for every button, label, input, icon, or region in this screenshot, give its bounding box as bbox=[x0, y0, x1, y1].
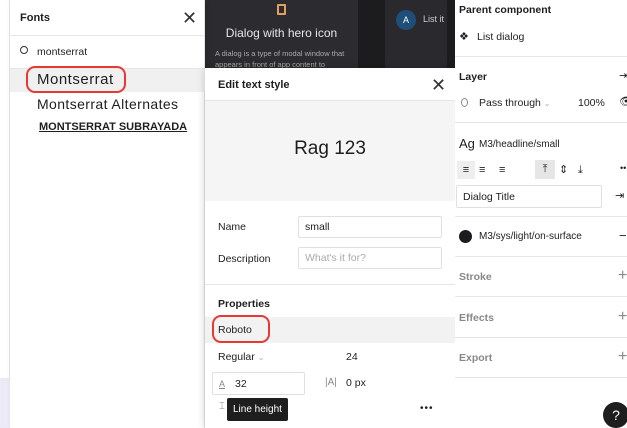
more-options-button[interactable]: ••• bbox=[420, 403, 434, 414]
font-result-label: Montserrat bbox=[37, 71, 114, 88]
add-stroke-icon[interactable]: + bbox=[618, 268, 627, 284]
card-desc: A dialog is a type of modal window that … bbox=[215, 49, 345, 69]
align-left-icon[interactable]: ≡ bbox=[457, 161, 475, 179]
properties-panel: Parent component ❖ List dialog Layer ⇥ P… bbox=[455, 0, 627, 428]
opacity-value[interactable]: 100% bbox=[578, 97, 605, 109]
line-height-icon: A bbox=[219, 378, 226, 389]
font-weight-value: Regular bbox=[218, 351, 255, 363]
close-icon[interactable]: ✕ bbox=[431, 76, 446, 94]
content-input[interactable]: Dialog Title bbox=[456, 185, 602, 208]
font-weight-select[interactable]: Regular ⌄ bbox=[218, 351, 264, 363]
preview-text: Rag 123 bbox=[294, 138, 366, 159]
fonts-panel: Fonts ✕ montserrat Montserrat Montserrat… bbox=[10, 0, 205, 428]
divider bbox=[455, 256, 627, 257]
blend-mode-value: Pass through bbox=[479, 97, 541, 109]
card-title: Dialog with hero icon bbox=[225, 26, 338, 40]
blend-mode-select[interactable]: Pass through ⌄ bbox=[479, 97, 551, 109]
font-size-value[interactable]: 24 bbox=[346, 351, 358, 363]
search-input[interactable]: montserrat bbox=[37, 46, 87, 58]
detach-icon[interactable]: ⇥ bbox=[619, 69, 627, 82]
paragraph-spacing-icon: ⌶ bbox=[219, 401, 225, 412]
stroke-label: Stroke bbox=[459, 271, 492, 283]
font-result-montserrat-subrayada[interactable]: MONTSERRAT SUBRAYADA bbox=[39, 121, 199, 133]
divider bbox=[10, 35, 204, 36]
edit-text-style-title: Edit text style bbox=[218, 79, 290, 91]
parent-component-link[interactable]: List dialog bbox=[477, 31, 524, 43]
line-height-tooltip: Line height bbox=[227, 398, 288, 421]
avatar: A bbox=[396, 10, 416, 30]
chevron-down-icon: ⌄ bbox=[543, 99, 551, 108]
name-label: Name bbox=[218, 221, 247, 233]
chevron-down-icon: ⌄ bbox=[257, 353, 265, 362]
add-export-icon[interactable]: + bbox=[618, 349, 627, 365]
align-center-icon[interactable]: ≡ bbox=[479, 161, 485, 179]
line-height-value: 32 bbox=[235, 377, 247, 390]
line-height-input[interactable]: A 32 bbox=[212, 372, 305, 395]
component-icon: ❖ bbox=[459, 31, 469, 43]
divider bbox=[205, 284, 455, 285]
divider bbox=[455, 296, 627, 297]
background-strip bbox=[0, 0, 10, 428]
layer-label: Layer bbox=[459, 71, 488, 83]
divider bbox=[455, 56, 627, 57]
align-bottom-icon[interactable]: ⤓ bbox=[578, 161, 583, 179]
edit-text-style-panel: Edit text style ✕ Rag 123 Name small Des… bbox=[205, 68, 455, 428]
search-icon bbox=[20, 46, 28, 54]
effects-label: Effects bbox=[459, 312, 495, 324]
align-top-icon[interactable]: ⤒ bbox=[535, 160, 555, 179]
fill-swatch[interactable] bbox=[459, 230, 472, 243]
close-icon[interactable]: ✕ bbox=[182, 9, 197, 27]
remove-fill-icon[interactable]: − bbox=[619, 228, 627, 243]
canvas-list: A List it bbox=[385, 0, 447, 68]
hero-icon bbox=[277, 4, 286, 15]
description-input[interactable]: What's it for? bbox=[298, 247, 442, 269]
properties-label: Properties bbox=[218, 298, 270, 310]
letter-spacing-icon: |A| bbox=[325, 377, 337, 388]
text-style-prefix: Ag bbox=[459, 136, 475, 151]
divider bbox=[455, 337, 627, 338]
help-button[interactable]: ? bbox=[603, 402, 627, 428]
align-middle-icon[interactable]: ⇕ bbox=[559, 161, 568, 179]
canvas-card: Dialog with hero icon A dialog is a type… bbox=[205, 0, 358, 69]
more-icon[interactable]: •• bbox=[620, 163, 626, 173]
divider bbox=[455, 377, 627, 378]
parent-component-label: Parent component bbox=[459, 4, 552, 16]
text-style-name[interactable]: M3/headline/small bbox=[479, 139, 560, 150]
add-effect-icon[interactable]: + bbox=[618, 309, 627, 325]
background-lavender bbox=[0, 378, 10, 428]
fonts-title: Fonts bbox=[20, 12, 50, 24]
letter-spacing-value[interactable]: 0 px bbox=[346, 377, 366, 389]
export-label: Export bbox=[459, 352, 493, 364]
eye-icon[interactable]: 👁 bbox=[619, 95, 627, 108]
blend-icon bbox=[461, 98, 468, 107]
list-label: List it bbox=[423, 14, 445, 24]
font-result-montserrat-alternates[interactable]: Montserrat Alternates bbox=[37, 96, 200, 112]
fill-style-name[interactable]: M3/sys/light/on-surface bbox=[479, 231, 582, 242]
description-label: Description bbox=[218, 253, 271, 265]
name-input[interactable]: small bbox=[298, 216, 442, 238]
divider bbox=[455, 216, 627, 217]
detach-property-icon[interactable]: ⇥ bbox=[615, 189, 624, 202]
font-family-value: Roboto bbox=[218, 324, 252, 336]
align-right-icon[interactable]: ≡ bbox=[499, 161, 505, 179]
divider bbox=[455, 122, 627, 123]
